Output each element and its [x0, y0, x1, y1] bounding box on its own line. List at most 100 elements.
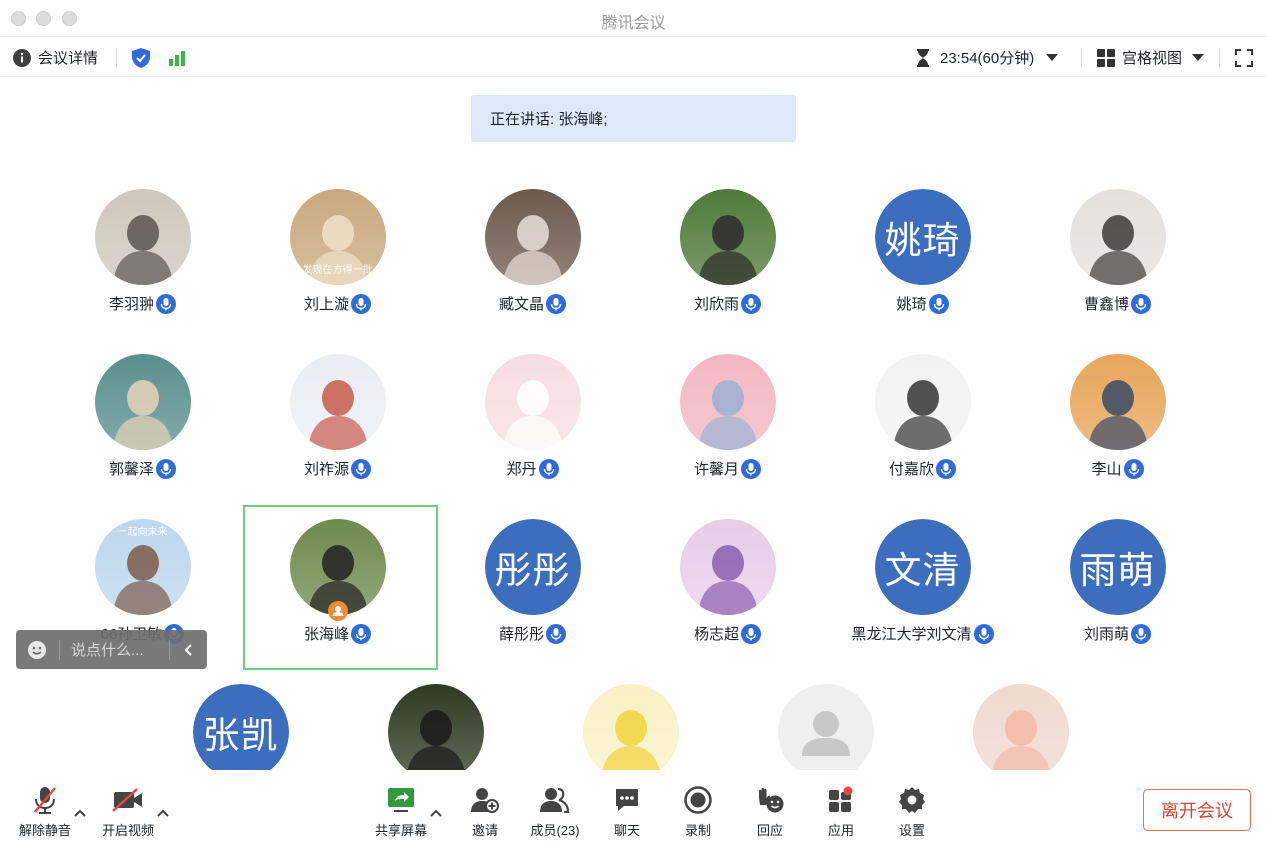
- participant-tile[interactable]: 郭馨泽: [45, 350, 240, 510]
- apps-button[interactable]: 应用: [806, 784, 876, 839]
- active-speaker-frame: [243, 505, 438, 670]
- unmute-button[interactable]: 解除静音: [10, 784, 80, 839]
- avatar: [289, 354, 386, 450]
- participant-tile[interactable]: 刘祚源: [240, 350, 435, 510]
- participant-tile[interactable]: 张凯: [143, 680, 338, 770]
- participant-tile[interactable]: 杨志超: [630, 515, 825, 675]
- participant-tile[interactable]: 姚琦 姚琦: [825, 185, 1020, 345]
- participant-name-row: 曹鑫博: [1020, 293, 1215, 314]
- participant-name-row: 刘祚源: [240, 458, 435, 479]
- view-mode-button[interactable]: 宫格视图: [1097, 38, 1205, 77]
- start-video-label: 开启视频: [101, 823, 154, 838]
- divider: [59, 639, 60, 660]
- avatar: [874, 354, 971, 450]
- participant-tile[interactable]: 李山: [1020, 350, 1215, 510]
- avatar: 张凯: [192, 684, 289, 770]
- participant-name: 臧文晶: [498, 296, 544, 313]
- participant-tile[interactable]: 郑丹: [435, 350, 630, 510]
- leave-meeting-button[interactable]: 离开会议: [1143, 789, 1251, 831]
- avatar-photo: [679, 189, 776, 285]
- avatar: [94, 189, 191, 285]
- participant-tile[interactable]: 李羽翀: [45, 185, 240, 345]
- unmute-label: 解除静音: [18, 823, 71, 838]
- meeting-details-button[interactable]: 会议详情: [13, 38, 98, 77]
- participant-name: 姚琦: [896, 296, 927, 313]
- avatar-initials: 文清: [874, 519, 971, 615]
- participant-tile[interactable]: 发现在方得一批 刘上漩: [240, 185, 435, 345]
- security-shield-icon[interactable]: [132, 38, 150, 77]
- participant-name-row: 臧文晶: [435, 293, 630, 314]
- settings-label: 设置: [898, 823, 925, 838]
- participant-name: 薛彤彤: [498, 626, 544, 643]
- mic-on-icon: [538, 458, 559, 479]
- start-video-button[interactable]: 开启视频: [93, 784, 163, 839]
- fullscreen-icon: [1235, 48, 1253, 67]
- participant-name-row: 杨志超: [630, 623, 825, 644]
- meeting-timer[interactable]: 23:54(60分钟): [916, 38, 1059, 77]
- participant-tile[interactable]: 臧文晶: [435, 185, 630, 345]
- participant-tile[interactable]: 曹鑫博: [1020, 185, 1215, 345]
- participant-tile[interactable]: 刘欣雨: [630, 185, 825, 345]
- emoji-icon[interactable]: [27, 640, 47, 660]
- default-user-icon: [777, 684, 874, 770]
- participant-tile[interactable]: [923, 680, 1118, 770]
- mic-on-icon: [928, 293, 949, 314]
- avatar-photo: [484, 189, 581, 285]
- participant-name: 许馨月: [693, 461, 739, 478]
- participant-name: 刘欣雨: [693, 296, 739, 313]
- participant-tile[interactable]: 雨萌 刘雨萌: [1020, 515, 1215, 675]
- divider: [1081, 48, 1082, 67]
- participant-tile[interactable]: 许馨月: [630, 350, 825, 510]
- participant-name-row: 郭馨泽: [45, 458, 240, 479]
- settings-button[interactable]: 设置: [877, 784, 947, 839]
- record-icon: [663, 784, 733, 816]
- quick-chat-bar[interactable]: 说点什么...: [16, 630, 207, 669]
- avatar-photo: [679, 354, 776, 450]
- chat-input[interactable]: 说点什么...: [71, 639, 161, 660]
- record-button[interactable]: 录制: [663, 784, 733, 839]
- mic-on-icon: [973, 623, 994, 644]
- bottom-toolbar: 解除静音 开启视频 共享屏幕 邀请 成员(23) 聊天 录制 回应 应用 设置 …: [0, 770, 1267, 845]
- network-signal-icon[interactable]: [168, 38, 186, 77]
- participant-name: 郑丹: [506, 461, 537, 478]
- participant-name: 刘祚源: [303, 461, 349, 478]
- hand-emoji-icon: [735, 784, 805, 816]
- invite-label: 邀请: [471, 823, 498, 838]
- participant-tile[interactable]: 文清黑龙江大学刘文清: [825, 515, 1020, 675]
- avatar: [777, 684, 874, 770]
- meeting-window: 腾讯会议 会议详情 23:54(60分钟) 宫格视图 正在讲话: 张海峰; 李羽…: [0, 0, 1267, 845]
- audio-options-chevron-up-icon[interactable]: [74, 804, 86, 822]
- chat-label: 聊天: [613, 823, 640, 838]
- divider: [169, 639, 170, 660]
- fullscreen-button[interactable]: [1235, 38, 1253, 77]
- avatar: [484, 354, 581, 450]
- share-screen-button[interactable]: 共享屏幕: [366, 784, 436, 839]
- video-options-chevron-up-icon[interactable]: [157, 804, 169, 822]
- participant-tile[interactable]: 付嘉欣: [825, 350, 1020, 510]
- hourglass-icon: [916, 48, 930, 67]
- invite-button[interactable]: 邀请: [450, 784, 520, 839]
- participant-name-row: 许馨月: [630, 458, 825, 479]
- collapse-chevron-icon[interactable]: [184, 643, 192, 656]
- participant-tile[interactable]: [338, 680, 533, 770]
- share-options-chevron-up-icon[interactable]: [430, 804, 442, 822]
- info-icon: [13, 48, 31, 67]
- participant-tile[interactable]: 彤彤薛彤彤: [435, 515, 630, 675]
- divider: [116, 48, 117, 67]
- participant-tile[interactable]: [533, 680, 728, 770]
- chat-button[interactable]: 聊天: [592, 784, 662, 839]
- participant-tile[interactable]: [728, 680, 923, 770]
- chat-bubble-icon: [592, 784, 662, 816]
- avatar: 发现在方得一批: [289, 189, 386, 285]
- participant-name: 李羽翀: [108, 296, 154, 313]
- participant-name: 黑龙江大学刘文清: [851, 626, 972, 643]
- avatar-initials: 彤彤: [484, 519, 581, 615]
- chevron-down-icon: [1192, 53, 1205, 62]
- participant-name-row: 李羽翀: [45, 293, 240, 314]
- react-label: 回应: [756, 823, 783, 838]
- avatar-caption: 一起向未来: [117, 527, 168, 538]
- members-button[interactable]: 成员(23): [520, 784, 590, 839]
- react-button[interactable]: 回应: [735, 784, 805, 839]
- video-off-icon: [93, 784, 163, 816]
- avatar: [387, 684, 484, 770]
